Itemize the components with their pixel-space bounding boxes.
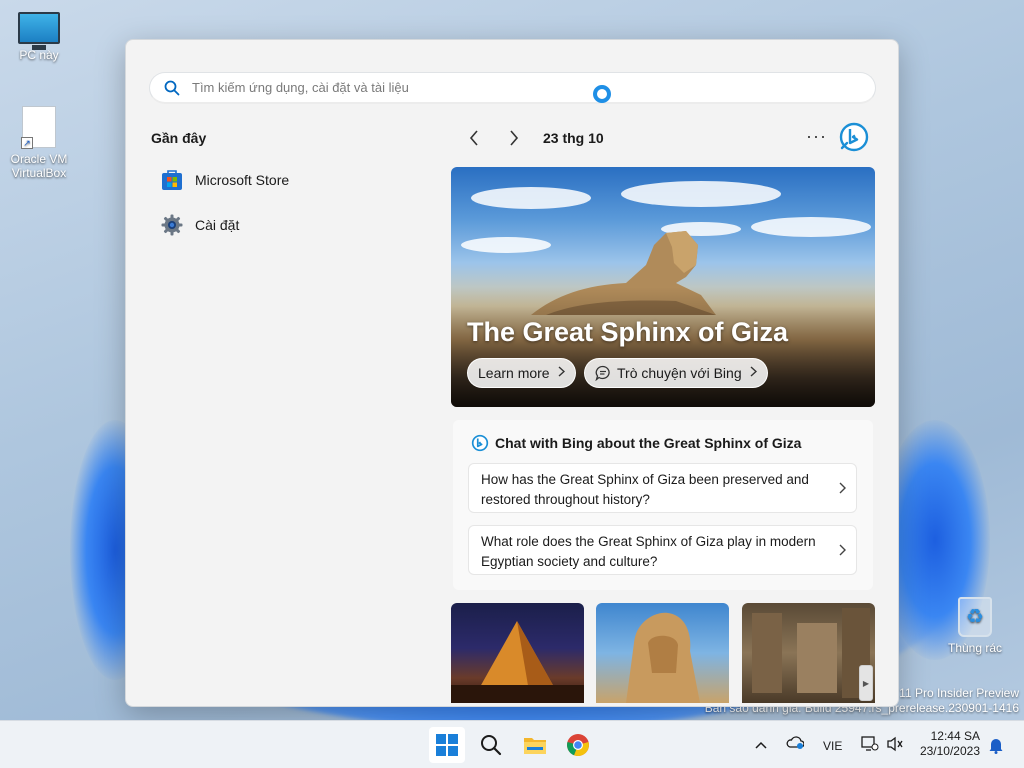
language-indicator[interactable]: VIE (823, 739, 842, 753)
chat-heading: Chat with Bing about the Great Sphinx of… (471, 434, 801, 452)
pyramid-image (451, 621, 584, 703)
learn-more-button[interactable]: Learn more (467, 358, 576, 388)
bing-icon (471, 434, 489, 452)
suggested-question[interactable]: How has the Great Sphinx of Giza been pr… (468, 463, 857, 513)
search-box[interactable] (149, 72, 876, 104)
desktop-icon-recycle-bin[interactable]: ♻ Thùng rác (940, 597, 1010, 655)
highlights-date: 23 thg 10 (543, 130, 604, 146)
clock-time: 12:44 SA (930, 729, 980, 743)
folder-icon (524, 738, 546, 754)
notification-bell-icon[interactable] (988, 736, 1004, 757)
onedrive-icon[interactable] (786, 735, 805, 752)
taskbar: VIE 12:44 SA 23/10/2023 (0, 720, 1024, 768)
hero-card[interactable]: The Great Sphinx of Giza Learn more Trò … (451, 167, 875, 407)
desktop-icon-label: Thùng rác (947, 641, 1003, 655)
bing-chat-card: Chat with Bing about the Great Sphinx of… (453, 420, 873, 590)
search-input[interactable] (192, 80, 875, 95)
thumbnail-temple[interactable] (742, 603, 875, 703)
thumbnail-sphinx-head[interactable] (596, 603, 729, 703)
monitor-icon (18, 12, 60, 50)
volume-muted-icon[interactable] (886, 736, 904, 755)
desktop-icon-virtualbox[interactable]: ↗ Oracle VM VirtualBox (4, 106, 74, 180)
chevron-right-icon (558, 366, 565, 380)
recent-heading: Gần đây (151, 130, 207, 146)
chevron-right-icon[interactable] (499, 128, 529, 148)
loading-cursor-icon (593, 85, 611, 103)
thumbnail-pyramid[interactable] (451, 603, 584, 703)
microsoft-store-icon (162, 170, 182, 190)
search-icon (164, 80, 180, 95)
chevron-up-icon[interactable] (755, 736, 767, 752)
chrome-icon (567, 734, 589, 757)
temple-carving-image (752, 608, 870, 698)
bing-chat-icon[interactable] (838, 121, 870, 153)
network-icon[interactable] (861, 736, 879, 755)
chevron-left-icon[interactable] (459, 128, 489, 148)
taskbar-search-button[interactable] (473, 727, 509, 763)
search-icon (481, 735, 502, 756)
chat-bubble-icon (595, 365, 610, 381)
chevron-right-icon (750, 366, 757, 380)
suggested-question[interactable]: What role does the Great Sphinx of Giza … (468, 525, 857, 575)
file-shortcut-icon: ↗ (21, 106, 56, 149)
file-explorer-button[interactable] (517, 727, 553, 763)
watermark-line1: 11 Pro Insider Preview (899, 686, 1019, 700)
recent-item-label: Microsoft Store (195, 172, 290, 188)
desktop-icon-label: Oracle VM VirtualBox (10, 152, 68, 180)
sphinx-head-image (626, 612, 700, 703)
more-options-button[interactable]: ··· (806, 126, 827, 147)
search-flyout: Gần đây Microsoft Store (125, 39, 899, 707)
start-button[interactable] (429, 727, 465, 763)
clock[interactable]: 12:44 SA 23/10/2023 (914, 729, 980, 759)
desktop-icon-this-pc[interactable]: PC này (4, 12, 74, 62)
recent-item-microsoft-store[interactable]: Microsoft Store (160, 168, 289, 192)
chrome-button[interactable] (560, 727, 596, 763)
windows-logo-icon (436, 734, 458, 756)
chevron-right-icon (839, 541, 846, 561)
question-text: What role does the Great Sphinx of Giza … (481, 534, 816, 569)
question-text: How has the Great Sphinx of Giza been pr… (481, 472, 809, 507)
recent-item-label: Cài đặt (195, 217, 240, 233)
hero-title: The Great Sphinx of Giza (467, 317, 789, 347)
settings-gear-icon (161, 214, 183, 236)
desktop-icon-label: PC này (19, 48, 59, 62)
chevron-right-icon (839, 479, 846, 499)
scroll-right-button[interactable]: ▶ (859, 665, 873, 701)
chat-with-bing-button[interactable]: Trò chuyện với Bing (584, 358, 768, 388)
highlights-nav: 23 thg 10 (459, 128, 604, 148)
chat-with-bing-label: Trò chuyện với Bing (617, 365, 742, 381)
recent-item-settings[interactable]: Cài đặt (160, 213, 239, 237)
recycle-bin-icon: ♻ (958, 597, 992, 637)
clock-date: 23/10/2023 (919, 744, 980, 758)
chat-heading-text: Chat with Bing about the Great Sphinx of… (495, 435, 802, 451)
learn-more-label: Learn more (478, 365, 550, 381)
